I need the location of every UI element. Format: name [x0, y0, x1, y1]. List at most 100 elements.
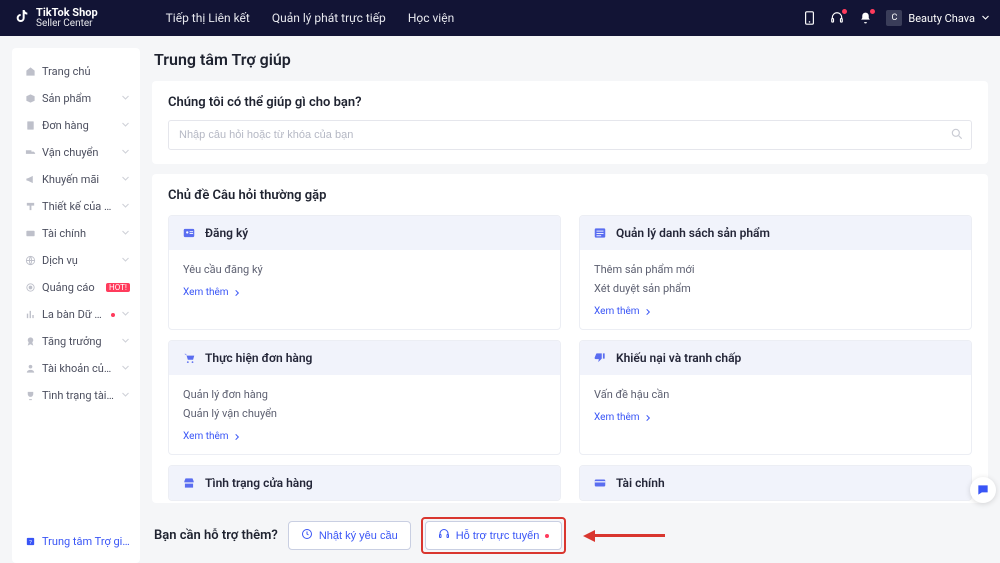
bell-icon[interactable]: [858, 11, 872, 25]
thumbs-down-icon: [592, 350, 608, 366]
sidebar-item-help-center[interactable]: ? Trung tâm Trợ giúp: [12, 528, 140, 555]
page-title: Trung tâm Trợ giúp: [152, 48, 988, 71]
annotation-arrow: [584, 530, 665, 542]
megaphone-icon: [24, 174, 36, 186]
faq-line[interactable]: Quản lý đơn hàng: [183, 385, 546, 404]
user-icon: [24, 363, 36, 375]
sidebar-item-label: La bàn Dữ liệu: [42, 308, 103, 321]
cart-icon: [181, 350, 197, 366]
sidebar-item-account[interactable]: Tài khoản của tôi: [12, 355, 140, 382]
sidebar-item-finance[interactable]: Tài chính: [12, 220, 140, 247]
medal-icon: [24, 336, 36, 348]
sidebar-item-compass[interactable]: La bàn Dữ liệu: [12, 301, 140, 328]
faq-line[interactable]: Xét duyệt sản phẩm: [594, 279, 957, 298]
globe-icon: [24, 255, 36, 267]
sidebar-item-products[interactable]: Sản phẩm: [12, 85, 140, 112]
sidebar-item-label: Khuyến mãi: [42, 173, 115, 186]
see-more-link[interactable]: Xem thêm: [183, 431, 241, 442]
faq-card-register[interactable]: Đăng ký Yêu cầu đăng ký Xem thêm: [168, 215, 561, 330]
search-icon[interactable]: [950, 127, 964, 144]
faq-card-product-list[interactable]: Quản lý danh sách sản phẩm Thêm sản phẩm…: [579, 215, 972, 330]
sidebar-item-label: Thiết kế của hàng: [42, 200, 115, 213]
sidebar-item-promo[interactable]: Khuyến mãi: [12, 166, 140, 193]
sidebar-item-ads[interactable]: Quảng cáo HOT!: [12, 274, 140, 301]
nav-live[interactable]: Quản lý phát trực tiếp: [272, 11, 386, 25]
see-more-link[interactable]: Xem thêm: [183, 287, 241, 298]
chart-icon: [24, 309, 36, 321]
faq-line[interactable]: Thêm sản phẩm mới: [594, 260, 957, 279]
faq-card-title: Thực hiện đơn hàng: [205, 351, 312, 365]
faq-line[interactable]: Yêu cầu đăng ký: [183, 260, 546, 279]
store-icon: [181, 475, 197, 491]
chevron-down-icon: [121, 308, 130, 321]
sidebar-item-label: Quảng cáo: [42, 281, 98, 294]
search-input[interactable]: [168, 120, 972, 150]
sidebar-item-design[interactable]: Thiết kế của hàng: [12, 193, 140, 220]
chevron-down-icon: [121, 362, 130, 375]
hot-badge: HOT!: [106, 283, 130, 292]
top-right: C Beauty Chava: [802, 10, 990, 26]
trophy-icon: [24, 390, 36, 402]
faq-card-dispute[interactable]: Khiếu nại và tranh chấp Vấn đề hậu cần X…: [579, 340, 972, 455]
highlight-box: Hỗ trợ trực tuyến: [421, 517, 567, 554]
card-icon: [592, 475, 608, 491]
sidebar-item-service[interactable]: Dịch vụ: [12, 247, 140, 274]
faq-card-title: Quản lý danh sách sản phẩm: [616, 226, 770, 240]
wallet-icon: [24, 228, 36, 240]
account-menu[interactable]: C Beauty Chava: [886, 10, 990, 26]
support-row: Bạn cần hỗ trợ thêm? Nhật ký yêu cầu Hỗ …: [152, 513, 988, 554]
floating-help-button[interactable]: [970, 477, 996, 503]
notification-dot: [545, 534, 549, 538]
request-log-button[interactable]: Nhật ký yêu cầu: [288, 521, 411, 550]
see-more-link[interactable]: Xem thêm: [594, 306, 652, 317]
headset-icon: [438, 528, 450, 543]
chevron-down-icon: [121, 227, 130, 240]
sidebar-item-health[interactable]: Tình trạng tài k…: [12, 382, 140, 409]
sidebar-item-label: Vận chuyển: [42, 146, 115, 159]
target-icon: [24, 282, 36, 294]
faq-card-fulfillment[interactable]: Thực hiện đơn hàng Quản lý đơn hàng Quản…: [168, 340, 561, 455]
sidebar-item-label: Sản phẩm: [42, 92, 115, 105]
chevron-down-icon: [121, 92, 130, 105]
search-box: [168, 120, 972, 150]
chevron-down-icon: [121, 119, 130, 132]
faq-card-finance[interactable]: Tài chính: [579, 465, 972, 501]
person-card-icon: [181, 225, 197, 241]
nav-affiliate[interactable]: Tiếp thị Liên kết: [166, 11, 250, 25]
online-support-button[interactable]: Hỗ trợ trực tuyến: [425, 521, 563, 550]
faq-line[interactable]: Vấn đề hậu cần: [594, 385, 957, 404]
faq-line[interactable]: Quản lý vận chuyển: [183, 404, 546, 423]
sidebar-item-label: Trung tâm Trợ giúp: [42, 535, 130, 548]
faq-card-shop-health[interactable]: Tình trạng cửa hàng: [168, 465, 561, 501]
headset-icon[interactable]: [830, 11, 844, 25]
chevron-down-icon: [121, 173, 130, 186]
sidebar-item-label: Dịch vụ: [42, 254, 115, 267]
tiktok-logo-icon: [14, 8, 30, 27]
sidebar-item-label: Tài chính: [42, 227, 115, 240]
sidebar-item-growth[interactable]: Tăng trưởng: [12, 328, 140, 355]
see-more-link[interactable]: Xem thêm: [594, 412, 652, 423]
sidebar-item-orders[interactable]: Đơn hàng: [12, 112, 140, 139]
search-heading: Chúng tôi có thể giúp gì cho bạn?: [168, 95, 972, 110]
faq-card-title: Khiếu nại và tranh chấp: [616, 351, 741, 365]
sidebar-item-label: Trang chủ: [42, 65, 130, 78]
faq-grid: Đăng ký Yêu cầu đăng ký Xem thêm Quản lý…: [168, 215, 972, 501]
search-panel: Chúng tôi có thể giúp gì cho bạn?: [152, 81, 988, 164]
sidebar-item-label: Tình trạng tài k…: [42, 389, 115, 402]
sidebar-item-home[interactable]: Trang chủ: [12, 58, 140, 85]
sidebar: Trang chủ Sản phẩm Đơn hàng Vận chuyển K…: [12, 48, 140, 563]
faq-card-title: Tình trạng cửa hàng: [205, 476, 313, 490]
sidebar-item-label: Đơn hàng: [42, 119, 115, 132]
sidebar-item-shipping[interactable]: Vận chuyển: [12, 139, 140, 166]
paint-icon: [24, 201, 36, 213]
chevron-down-icon: [981, 12, 990, 25]
main-content: Trung tâm Trợ giúp Chúng tôi có thể giúp…: [152, 48, 988, 563]
nav-academy[interactable]: Học viện: [408, 11, 454, 25]
top-bar: TikTok Shop Seller Center Tiếp thị Liên …: [0, 0, 1000, 36]
logo[interactable]: TikTok Shop Seller Center: [0, 7, 116, 29]
chevron-down-icon: [121, 335, 130, 348]
svg-text:?: ?: [29, 540, 32, 546]
top-nav: Tiếp thị Liên kết Quản lý phát trực tiếp…: [166, 11, 455, 25]
faq-heading: Chủ đề Câu hỏi thường gặp: [168, 188, 972, 203]
phone-icon[interactable]: [802, 11, 816, 25]
